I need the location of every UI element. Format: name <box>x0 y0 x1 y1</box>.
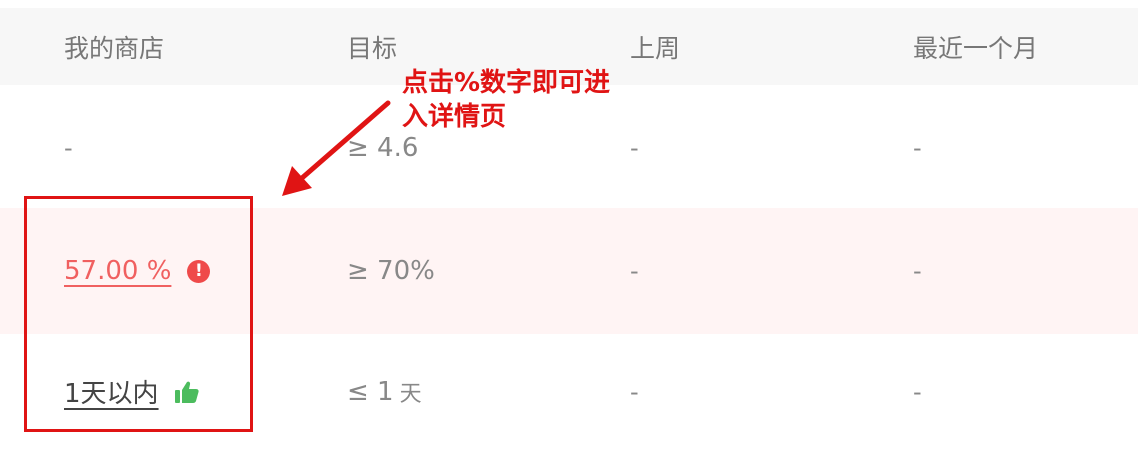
my-store-percentage-link[interactable]: 57.00 % <box>64 256 171 286</box>
last-month-value: - <box>913 377 922 406</box>
thumbs-up-icon <box>174 381 199 403</box>
last-week-value: - <box>630 377 639 406</box>
my-store-duration-link[interactable]: 1天以内 <box>64 373 159 410</box>
table-row: 1天以内 ≤ 1 天 - - <box>0 334 1138 449</box>
goal-unit: 天 <box>399 381 422 407</box>
last-month-value: - <box>913 134 922 162</box>
last-week-value: - <box>630 257 639 285</box>
warning-icon: ! <box>187 259 211 283</box>
my-store-value: - <box>64 134 73 162</box>
column-header-goal: 目标 <box>347 33 398 63</box>
goal-prefix: ≤ 1 <box>347 376 394 407</box>
goal-value: ≥ 70% <box>347 256 435 286</box>
table-row-alert: 57.00 % ! ≥ 70% - - <box>0 208 1138 334</box>
my-store-cell: 57.00 % ! <box>64 208 211 334</box>
my-store-cell: 1天以内 <box>64 334 199 449</box>
goal-value: ≤ 1 天 <box>347 334 422 449</box>
column-header-my-store: 我的商店 <box>64 33 165 63</box>
last-month-value: - <box>913 257 922 285</box>
annotation-text: 点击%数字即可进 入详情页 <box>402 68 611 132</box>
column-header-last-month: 最近一个月 <box>913 33 1039 63</box>
